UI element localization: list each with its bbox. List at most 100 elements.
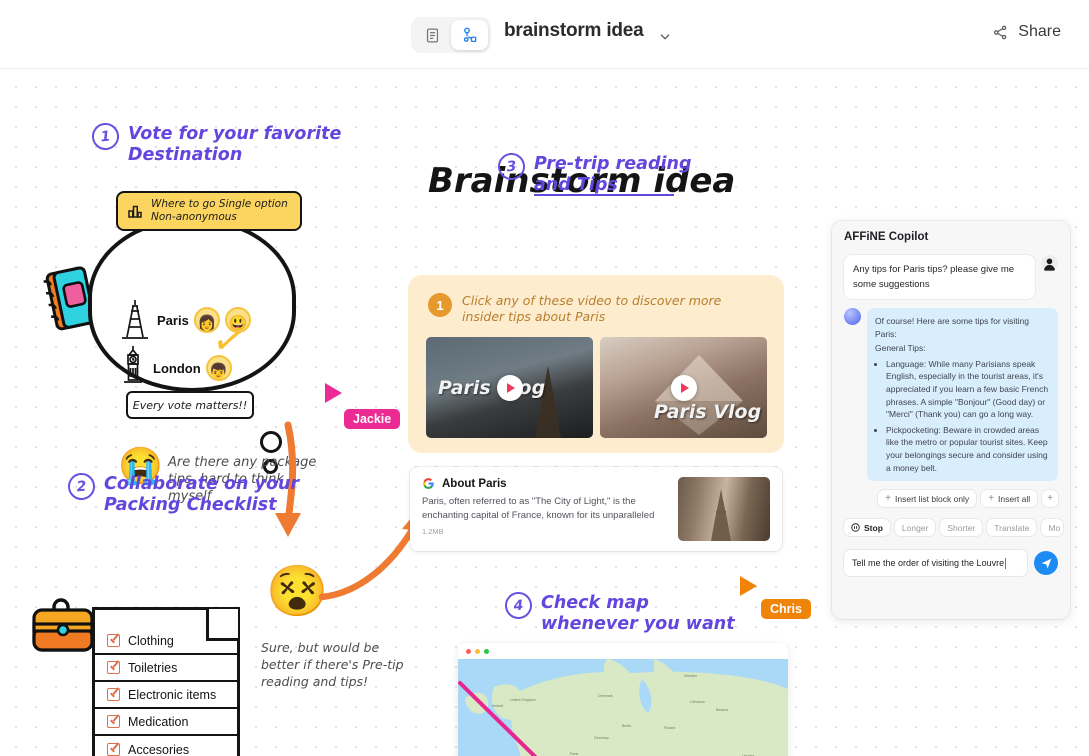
edgeless-mode-icon bbox=[463, 27, 476, 43]
plus-icon: + bbox=[885, 493, 892, 505]
longer-label: Longer bbox=[901, 522, 929, 533]
checkbox-checked-icon[interactable] bbox=[107, 688, 120, 701]
video-card-paris-vlog-2[interactable]: Paris Vlog bbox=[600, 337, 767, 438]
briefcase-sticker bbox=[30, 597, 100, 657]
share-label: Share bbox=[1018, 23, 1061, 40]
bookmark-card-about-paris[interactable]: About Paris Paris, often referred to as … bbox=[410, 467, 782, 551]
mode-switcher[interactable] bbox=[411, 17, 491, 53]
bookmark-title: About Paris bbox=[442, 477, 507, 490]
video-panel-badge: 1 bbox=[428, 293, 452, 317]
share-button[interactable]: Share bbox=[986, 20, 1067, 44]
big-ben-icon bbox=[124, 346, 142, 383]
checklist-item-label: Toiletries bbox=[128, 660, 178, 675]
poll-widget[interactable]: Where to go Single option Non-anonymous … bbox=[88, 169, 318, 474]
step-3-label-wrap: Pre-trip reading and Tips bbox=[534, 153, 691, 196]
bookmark-size: 1.2MB bbox=[422, 527, 444, 536]
map-window[interactable]: Ireland United Kingdom Denmark Berlin Po… bbox=[458, 643, 788, 756]
window-close-dot[interactable] bbox=[466, 648, 471, 654]
copilot-ai-section: General Tips: bbox=[875, 343, 926, 354]
copilot-ai-message-row: Of course! Here are some tips for visiti… bbox=[844, 308, 1058, 482]
copilot-ai-bullet-list: Language: While many Parisians speak Eng… bbox=[875, 358, 1050, 474]
cursor-pointer-icon bbox=[740, 576, 757, 596]
pause-icon bbox=[851, 523, 860, 532]
checkbox-checked-icon[interactable] bbox=[107, 715, 120, 728]
title-dropdown-button[interactable] bbox=[655, 26, 675, 46]
step-1-label: Vote for your favorite Destination bbox=[128, 124, 342, 165]
insert-list-block-only-label: Insert list block only bbox=[895, 493, 970, 504]
stop-button[interactable]: Stop bbox=[844, 519, 890, 537]
eiffel-tower-photo bbox=[711, 489, 731, 541]
poll-header[interactable]: Where to go Single option Non-anonymous bbox=[116, 191, 302, 231]
step-3-label: Pre-trip reading and Tips bbox=[534, 154, 692, 195]
copilot-input[interactable]: Tell me the order of visiting the Louvre bbox=[844, 550, 1027, 577]
avatar-icon bbox=[1041, 255, 1058, 272]
copilot-title: AFFiNE Copilot bbox=[844, 231, 929, 243]
window-minimize-dot[interactable] bbox=[475, 648, 480, 654]
cursor-label-chris: Chris bbox=[761, 599, 811, 619]
video-tips-panel[interactable]: 1 Click any of these video to discover m… bbox=[408, 275, 784, 453]
bar-chart-icon bbox=[128, 205, 142, 218]
step-4-number: 4 bbox=[503, 590, 534, 621]
play-icon[interactable] bbox=[670, 374, 697, 401]
longer-button[interactable]: Longer bbox=[894, 519, 936, 537]
checklist-item[interactable]: Electronic items bbox=[95, 682, 237, 709]
stop-label: Stop bbox=[864, 522, 883, 533]
poll-banner: Every vote matters!! bbox=[126, 391, 254, 419]
edgeless-mode-button[interactable] bbox=[451, 20, 488, 50]
shorter-label: Shorter bbox=[947, 522, 976, 533]
step-4-label: Check map whenever you want bbox=[541, 593, 735, 634]
window-maximize-dot[interactable] bbox=[484, 648, 489, 654]
note-pretrip-reply: Sure, but would be better if there's Pre… bbox=[261, 639, 421, 690]
insert-list-block-only-button[interactable]: + Insert list block only bbox=[878, 490, 977, 508]
copilot-user-message: Any tips for Paris tips? please give me … bbox=[844, 255, 1035, 299]
user-avatar[interactable] bbox=[1041, 255, 1058, 272]
more-button[interactable]: Mo bbox=[1041, 519, 1064, 537]
text-caret bbox=[1005, 557, 1007, 569]
poll-option-label: Paris bbox=[157, 312, 189, 328]
bookmark-description: Paris, often referred to as "The City of… bbox=[422, 496, 655, 521]
checklist-item-label: Medication bbox=[128, 714, 189, 729]
checklist-item[interactable]: Medication bbox=[95, 709, 237, 736]
copilot-tool-row: Stop Longer Shorter Translate Mo bbox=[844, 519, 1064, 537]
play-icon[interactable] bbox=[496, 374, 523, 401]
poll-banner-text: Every vote matters!! bbox=[132, 398, 248, 412]
page-title[interactable]: brainstorm idea bbox=[504, 20, 644, 42]
map-body[interactable]: Ireland United Kingdom Denmark Berlin Po… bbox=[458, 659, 788, 756]
checklist-item-label: Electronic items bbox=[128, 687, 217, 702]
packing-checklist-card[interactable]: Clothing Toiletries Electronic items Med… bbox=[92, 607, 240, 756]
translate-button[interactable]: Translate bbox=[987, 519, 1037, 537]
copilot-input-row: Tell me the order of visiting the Louvre bbox=[844, 550, 1058, 577]
plus-icon: + bbox=[988, 493, 995, 505]
edgeless-canvas[interactable]: Brainstorm idea 1 Vote for your favorite… bbox=[0, 69, 1089, 756]
step-1-number: 1 bbox=[90, 121, 121, 152]
poll-option-label: London bbox=[153, 360, 201, 376]
bookmark-title-row: About Paris bbox=[422, 477, 668, 490]
checklist-item[interactable]: Accesories bbox=[95, 736, 237, 756]
copilot-user-message-row: Any tips for Paris tips? please give me … bbox=[844, 255, 1058, 299]
step-1-heading: 1 Vote for your favorite Destination bbox=[90, 121, 342, 166]
step-3-number: 3 bbox=[496, 151, 527, 182]
video-card-paris-vlog-1[interactable]: Paris Vlog bbox=[426, 337, 593, 438]
step-2-number: 2 bbox=[66, 471, 97, 502]
insert-all-label: Insert all bbox=[998, 493, 1031, 504]
cursor-chris bbox=[738, 574, 760, 603]
send-button[interactable] bbox=[1034, 551, 1058, 576]
checklist-item[interactable]: Toiletries bbox=[95, 655, 237, 682]
checkbox-checked-icon[interactable] bbox=[107, 743, 120, 756]
shorter-button[interactable]: Shorter bbox=[940, 519, 983, 537]
briefcase-icon bbox=[32, 598, 94, 652]
poll-header-line-1: Where to go Single option bbox=[151, 198, 288, 210]
chevron-down-icon bbox=[660, 34, 670, 40]
folded-corner bbox=[206, 609, 238, 641]
step-3-heading: 3 Pre-trip reading and Tips bbox=[496, 151, 691, 196]
page-mode-button[interactable] bbox=[414, 20, 451, 50]
step-2-label: Collaborate on your Packing Checklist bbox=[104, 474, 300, 515]
checklist-item-label: Clothing bbox=[128, 633, 174, 648]
checkbox-checked-icon[interactable] bbox=[107, 661, 120, 674]
insert-more-button[interactable]: + bbox=[1042, 490, 1058, 508]
map-window-titlebar bbox=[458, 643, 788, 659]
affine-copilot-panel[interactable]: AFFiNE Copilot Any tips for Paris tips? … bbox=[832, 221, 1070, 619]
insert-all-button[interactable]: + Insert all bbox=[981, 490, 1038, 508]
checkbox-checked-icon[interactable] bbox=[107, 634, 120, 647]
cursor-jackie bbox=[323, 381, 345, 410]
